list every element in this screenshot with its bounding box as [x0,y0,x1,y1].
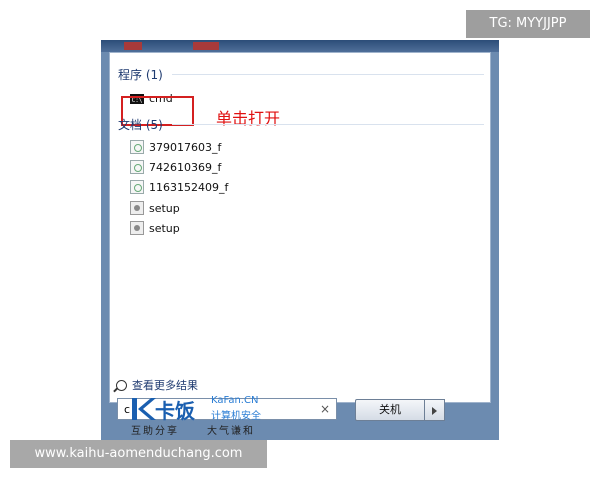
shutdown-group: 关机 [355,399,445,421]
annotation-text: 单击打开 [216,109,281,128]
result-label: setup [149,221,180,235]
result-document[interactable]: 379017603_f [130,138,221,156]
see-more-results-label: 查看更多结果 [132,379,198,392]
logo-text: 卡饭 [155,399,195,423]
see-more-results-link[interactable]: 查看更多结果 [116,377,198,393]
document-icon [130,180,144,194]
result-document[interactable]: 742610369_f [130,158,221,176]
search-icon [116,379,127,391]
logo-k-icon [132,398,156,420]
group-divider [172,74,484,75]
result-setup[interactable]: setup [130,199,180,217]
top-strip-accent [193,42,219,50]
result-document[interactable]: 1163152409_f [130,178,228,196]
logo-slogan: 大气谦和 [207,426,255,437]
result-label: 1163152409_f [149,180,229,194]
logo-slogan: 互助分享 [131,426,179,437]
shutdown-options-arrow-icon[interactable] [425,399,445,421]
group-divider [172,124,484,125]
logo-domain: KaFan.CN [211,395,259,406]
start-menu: 程序 (1) C:\ cmd 单击打开 文档 (5) 379017603_f 7… [101,40,499,440]
result-setup[interactable]: setup [130,219,180,237]
result-label: 379017603_f [149,140,222,154]
setup-icon [130,201,144,215]
watermark-tag: TG: MYYJJPP [466,10,590,38]
close-icon[interactable]: × [320,402,330,416]
watermark-url: www.kaihu-aomenduchang.com [10,440,267,468]
result-label: setup [149,201,180,215]
result-label: 742610369_f [149,160,222,174]
shutdown-button[interactable]: 关机 [355,399,425,421]
kafan-logo: 卡饭 KaFan.CN 计算机安全 互助分享 大气谦和 [131,395,295,439]
setup-icon [130,221,144,235]
group-header-documents: 文档 (5) [118,118,163,132]
document-icon [130,140,144,154]
start-menu-top-strip [101,40,499,52]
search-results-panel: 程序 (1) C:\ cmd 单击打开 文档 (5) 379017603_f 7… [109,52,491,403]
document-icon [130,160,144,174]
group-header-programs: 程序 (1) [118,68,163,82]
search-input-value: c [124,403,131,416]
logo-subtitle: 计算机安全 [211,411,261,422]
top-strip-accent [124,42,142,50]
